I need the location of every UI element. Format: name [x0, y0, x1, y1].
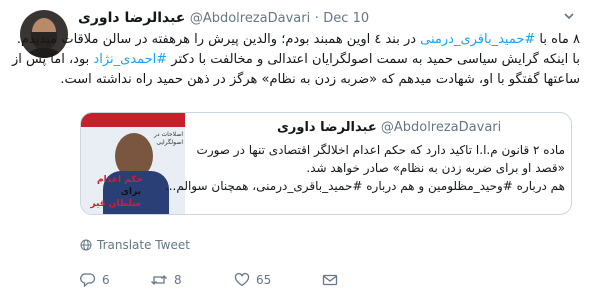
- thumbnail-title-3: سلطان قیر: [90, 199, 141, 209]
- thumbnail-small-text: اصلاحات در اصولگرایی: [153, 131, 183, 146]
- author-handle[interactable]: @AbdolrezaDavari: [190, 11, 310, 26]
- translate-tweet-link[interactable]: Translate Tweet: [80, 237, 190, 253]
- reply-count: 6: [102, 273, 110, 287]
- quoted-author-name: عبدالرضا داوری: [277, 120, 377, 135]
- retweet-button[interactable]: 8: [150, 270, 182, 290]
- tweet-line: ۸ ماه با #حمید_باقری_درمنی در بند ٤ اوین…: [17, 30, 580, 50]
- quoted-tweet-header: عبدالرضا داوری @AbdolrezaDavari: [277, 119, 501, 137]
- tweet-text-segment: در بند ٤ اوین همبند بودم؛ والدین پیرش را…: [16, 32, 421, 47]
- caret-down-icon[interactable]: [562, 10, 576, 24]
- author-name[interactable]: عبدالرضا داوری: [78, 10, 185, 26]
- tweet-line: با اینکه گرایش سیاسی حمید به سمت اصولگرا…: [12, 50, 580, 70]
- quoted-tweet-text: ماده ۲ قانون م.ا.ا تاکید دارد که حکم اعد…: [164, 141, 565, 195]
- quoted-author-handle: @AbdolrezaDavari: [380, 120, 502, 135]
- tweet-line: ساعتها گفتگو با او، شهادت میدهم که «ضربه…: [60, 70, 580, 90]
- tweet-text-segment: بود، اما پس از: [11, 52, 94, 67]
- quoted-line: «قصد او برای ضربه زدن به نظام» صادر خواه…: [306, 161, 565, 175]
- translate-label: Translate Tweet: [97, 238, 190, 252]
- thumbnail-title-2: برای: [120, 187, 141, 197]
- quoted-line: ماده ۲ قانون م.ا.ا تاکید دارد که حکم اعد…: [196, 143, 565, 157]
- tweet-text-segment: ساعتها گفتگو با او، شهادت میدهم که «ضربه…: [60, 72, 580, 87]
- hashtag-link[interactable]: #احمدی_نژاد: [93, 52, 167, 67]
- quoted-line: هم درباره #وحید_مظلومین و هم درباره #حمی…: [164, 179, 565, 193]
- reply-button[interactable]: 6: [80, 270, 110, 290]
- hashtag-link[interactable]: #حمید_باقری_درمنی: [420, 32, 535, 47]
- reply-icon: [80, 273, 96, 288]
- thumbnail-title: حکم اعدام: [96, 175, 143, 185]
- like-count: 65: [256, 273, 272, 287]
- tweet-header: عبدالرضا داوری @AbdolrezaDavari · Dec 10: [78, 8, 369, 28]
- retweet-count: 8: [174, 273, 182, 287]
- direct-message-button[interactable]: [322, 270, 344, 290]
- quoted-tweet[interactable]: اصلاحات در اصولگرایی حکم اعدام برای سلطا…: [80, 112, 572, 215]
- like-button[interactable]: 65: [234, 270, 271, 290]
- like-icon: [234, 272, 250, 287]
- separator: ·: [314, 11, 319, 26]
- quoted-tweet-thumbnail: اصلاحات در اصولگرایی حکم اعدام برای سلطا…: [81, 113, 185, 214]
- tweet-text-segment: ۸ ماه با: [535, 32, 580, 47]
- globe-icon: [80, 239, 92, 251]
- tweet-text-segment: با اینکه گرایش سیاسی حمید به سمت اصولگرا…: [167, 52, 580, 67]
- retweet-icon: [151, 275, 167, 285]
- dm-icon: [322, 274, 338, 286]
- tweet-text: ۸ ماه با #حمید_باقری_درمنی در بند ٤ اوین…: [12, 30, 580, 90]
- tweet-date[interactable]: Dec 10: [323, 11, 369, 26]
